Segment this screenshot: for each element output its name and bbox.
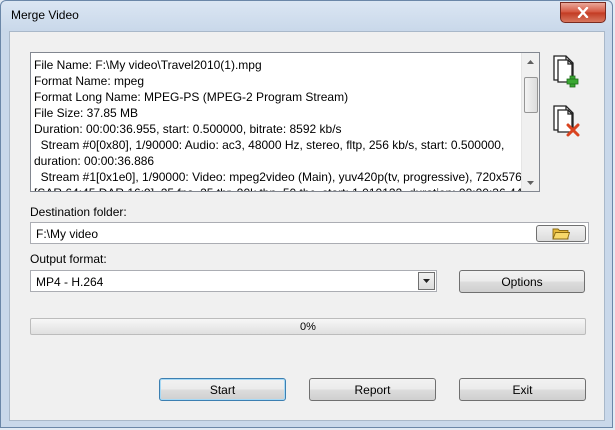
info-line: Duration: 00:00:36.955, start: 0.500000,… <box>34 122 342 136</box>
info-line: Format Name: mpeg <box>34 74 145 88</box>
window-title: Merge Video <box>11 8 79 22</box>
progress-text: 0% <box>300 320 316 333</box>
info-line: duration: 00:00:36.886 <box>34 154 155 168</box>
report-button[interactable]: Report <box>309 378 436 401</box>
destination-value: F:\My video <box>36 227 99 241</box>
output-format-value: MP4 - H.264 <box>36 275 104 289</box>
output-format-label: Output format: <box>30 252 107 266</box>
progress-bar: 0% <box>30 318 586 335</box>
file-info-box[interactable]: File Name: F:\My video\Travel2010(1).mpg… <box>30 52 540 192</box>
add-file-icon <box>553 55 579 88</box>
start-button[interactable]: Start <box>159 378 286 401</box>
remove-file-button[interactable] <box>551 104 581 138</box>
info-scrollbar[interactable] <box>521 53 539 191</box>
exit-button[interactable]: Exit <box>459 378 586 401</box>
chevron-down-icon <box>423 279 430 283</box>
options-button[interactable]: Options <box>459 270 585 293</box>
info-line: Stream #0[0x80], 1/90000: Audio: ac3, 48… <box>34 138 505 152</box>
info-line: Format Long Name: MPEG-PS (MPEG-2 Progra… <box>34 90 349 104</box>
scroll-thumb[interactable] <box>524 77 538 113</box>
title-bar: Merge Video <box>1 1 612 31</box>
add-file-button[interactable] <box>551 54 581 88</box>
scroll-down-icon[interactable] <box>522 174 539 191</box>
info-line: Stream #1[0x1e0], 1/90000: Video: mpeg2v… <box>34 170 522 184</box>
close-button[interactable] <box>560 2 606 23</box>
info-line: File Size: 37.85 MB <box>34 106 139 120</box>
file-info-text: File Name: F:\My video\Travel2010(1).mpg… <box>34 57 529 191</box>
destination-folder-input[interactable]: F:\My video <box>30 222 589 244</box>
remove-file-icon <box>553 105 580 137</box>
dialog-body: File Name: F:\My video\Travel2010(1).mpg… <box>9 31 605 421</box>
info-line: [SAR 64:45 DAR 16:9], 25 fps, 25 tbr, 90… <box>34 185 529 191</box>
output-format-select[interactable]: MP4 - H.264 <box>30 270 437 292</box>
close-icon <box>577 7 589 18</box>
merge-video-window: Merge Video File Name: F:\My video\Trave… <box>0 0 613 428</box>
destination-label: Destination folder: <box>30 205 127 219</box>
dropdown-button[interactable] <box>418 272 435 290</box>
browse-folder-button[interactable] <box>536 225 586 242</box>
scroll-up-icon[interactable] <box>522 53 539 70</box>
info-line: File Name: F:\My video\Travel2010(1).mpg <box>34 58 262 72</box>
folder-icon <box>552 228 570 240</box>
